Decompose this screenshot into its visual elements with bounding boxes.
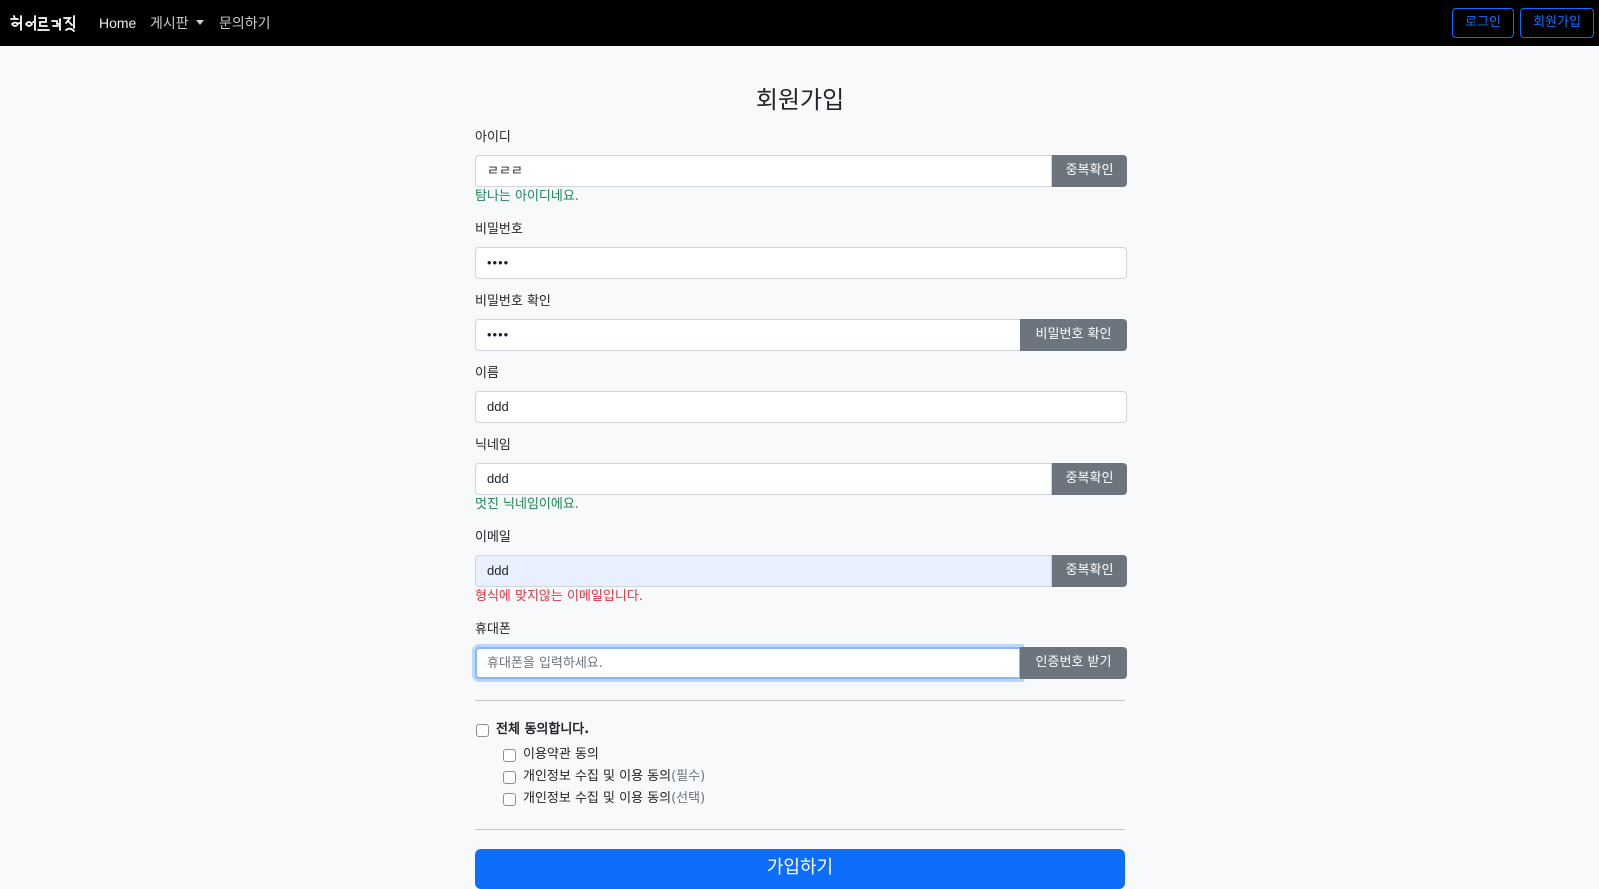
name-input[interactable]: ddd <box>475 391 1127 423</box>
password-input[interactable]: •••• <box>475 247 1127 279</box>
nickname-valid-message: 멋진 닉네임이에요. <box>475 497 579 512</box>
agree-terms-text: 이용약관 동의 <box>523 747 599 762</box>
caret-down-icon <box>195 20 204 25</box>
phone-input[interactable]: 휴대폰을 입력하세요. <box>475 647 1021 679</box>
agree-all-checkbox[interactable] <box>476 724 489 737</box>
agree-all-label: 전체 동의합니다. <box>496 722 590 737</box>
agree-privacy-optional-label: 개인정보 수집 및 이용 동의(선택) <box>523 790 705 808</box>
phone-verify-button[interactable]: 인증번호 받기 <box>1020 647 1127 679</box>
password-confirm-button[interactable]: 비밀번호 확인 <box>1020 319 1127 351</box>
divider-top <box>475 700 1125 701</box>
brand-logo[interactable] <box>8 10 80 36</box>
password-confirm-label: 비밀번호 확인 <box>475 294 551 309</box>
agree-terms-label: 이용약관 동의 <box>523 746 599 764</box>
phone-label: 휴대폰 <box>475 622 511 637</box>
id-check-button[interactable]: 중복확인 <box>1052 155 1127 187</box>
phone-placeholder: 휴대폰을 입력하세요. <box>487 656 603 671</box>
nav-board-label: 게시판 <box>150 15 189 31</box>
nickname-check-button[interactable]: 중복확인 <box>1052 463 1127 495</box>
divider-bottom <box>475 829 1125 830</box>
nickname-label: 닉네임 <box>475 438 511 453</box>
agree-privacy-required-checkbox[interactable] <box>503 771 516 784</box>
password-label: 비밀번호 <box>475 222 523 237</box>
id-label: 아이디 <box>475 130 511 145</box>
id-valid-message: 탐나는 아이디네요. <box>475 189 579 204</box>
nav-link-home[interactable]: Home <box>99 14 136 32</box>
optional-note: (선택) <box>671 791 706 806</box>
email-input[interactable]: ddd <box>475 555 1052 587</box>
password-confirm-input[interactable]: •••• <box>475 319 1021 351</box>
nickname-input[interactable]: ddd <box>475 463 1052 495</box>
agree-terms-checkbox[interactable] <box>503 749 516 762</box>
agree-privacy-required-label: 개인정보 수집 및 이용 동의(필수) <box>523 768 705 786</box>
page-title: 회원가입 <box>755 86 845 114</box>
email-check-button[interactable]: 중복확인 <box>1052 555 1127 587</box>
id-input[interactable]: ㄹㄹㄹ <box>475 155 1052 187</box>
top-navbar: Home 게시판 문의하기 로그인 회원가입 <box>0 0 1599 46</box>
email-label: 이메일 <box>475 530 511 545</box>
agree-privacy-optional-checkbox[interactable] <box>503 793 516 806</box>
login-button[interactable]: 로그인 <box>1452 8 1514 38</box>
agree-privacy-required-text: 개인정보 수집 및 이용 동의 <box>523 769 672 784</box>
required-note: (필수) <box>671 769 706 784</box>
nav-dropdown-board[interactable]: 게시판 <box>150 14 204 32</box>
submit-signup-button[interactable]: 가입하기 <box>475 849 1125 889</box>
email-error-message: 형식에 맞지않는 이메일입니다. <box>475 589 643 604</box>
nav-link-inquiry[interactable]: 문의하기 <box>219 14 271 32</box>
agree-privacy-optional-text: 개인정보 수집 및 이용 동의 <box>523 791 672 806</box>
name-label: 이름 <box>475 366 499 381</box>
signup-nav-button[interactable]: 회원가입 <box>1520 8 1594 38</box>
